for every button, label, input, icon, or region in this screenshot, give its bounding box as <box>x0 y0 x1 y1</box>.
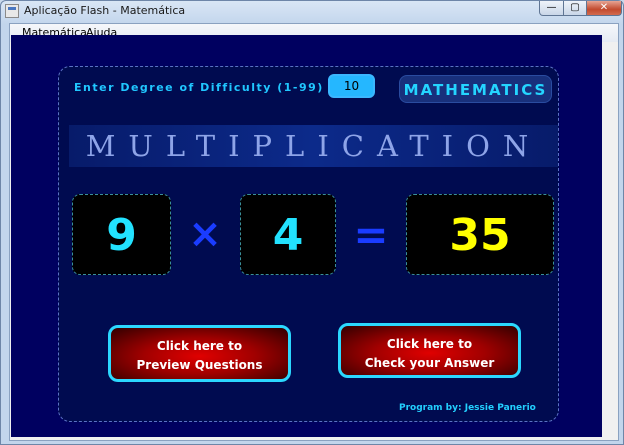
preview-questions-button[interactable]: Click here to Preview Questions <box>108 325 291 382</box>
window-title: Aplicação Flash - Matemática <box>24 4 186 17</box>
operand-a-box: 9 <box>72 194 171 275</box>
app-window: Aplicação Flash - Matemática — ▢ ✕ Matem… <box>0 0 624 445</box>
mathematics-badge: MATHEMATICS <box>399 75 552 103</box>
preview-button-line1: Click here to <box>156 339 243 353</box>
minimize-button[interactable]: — <box>539 1 564 16</box>
difficulty-input[interactable] <box>328 74 375 98</box>
close-button[interactable]: ✕ <box>586 1 622 16</box>
answer-box[interactable]: 35 <box>406 194 554 275</box>
mode-title: MULTIPLICATION <box>85 129 542 163</box>
check-button-line1: Click here to <box>386 337 473 351</box>
operand-b-box: 4 <box>240 194 336 275</box>
preview-button-line2: Preview Questions <box>136 358 263 372</box>
title-bar[interactable]: Aplicação Flash - Matemática — ▢ ✕ <box>1 1 623 21</box>
app-icon[interactable] <box>5 4 19 18</box>
difficulty-label: Enter Degree of Difficulty (1-99) <box>74 81 324 94</box>
check-answer-button[interactable]: Click here to Check your Answer <box>338 323 521 378</box>
multiply-operator: × <box>188 211 222 257</box>
check-button-line2: Check your Answer <box>364 356 495 370</box>
author-credit: Program by: Jessie Panerio <box>399 403 536 413</box>
equals-sign: = <box>353 210 389 259</box>
maximize-button[interactable]: ▢ <box>563 1 587 16</box>
